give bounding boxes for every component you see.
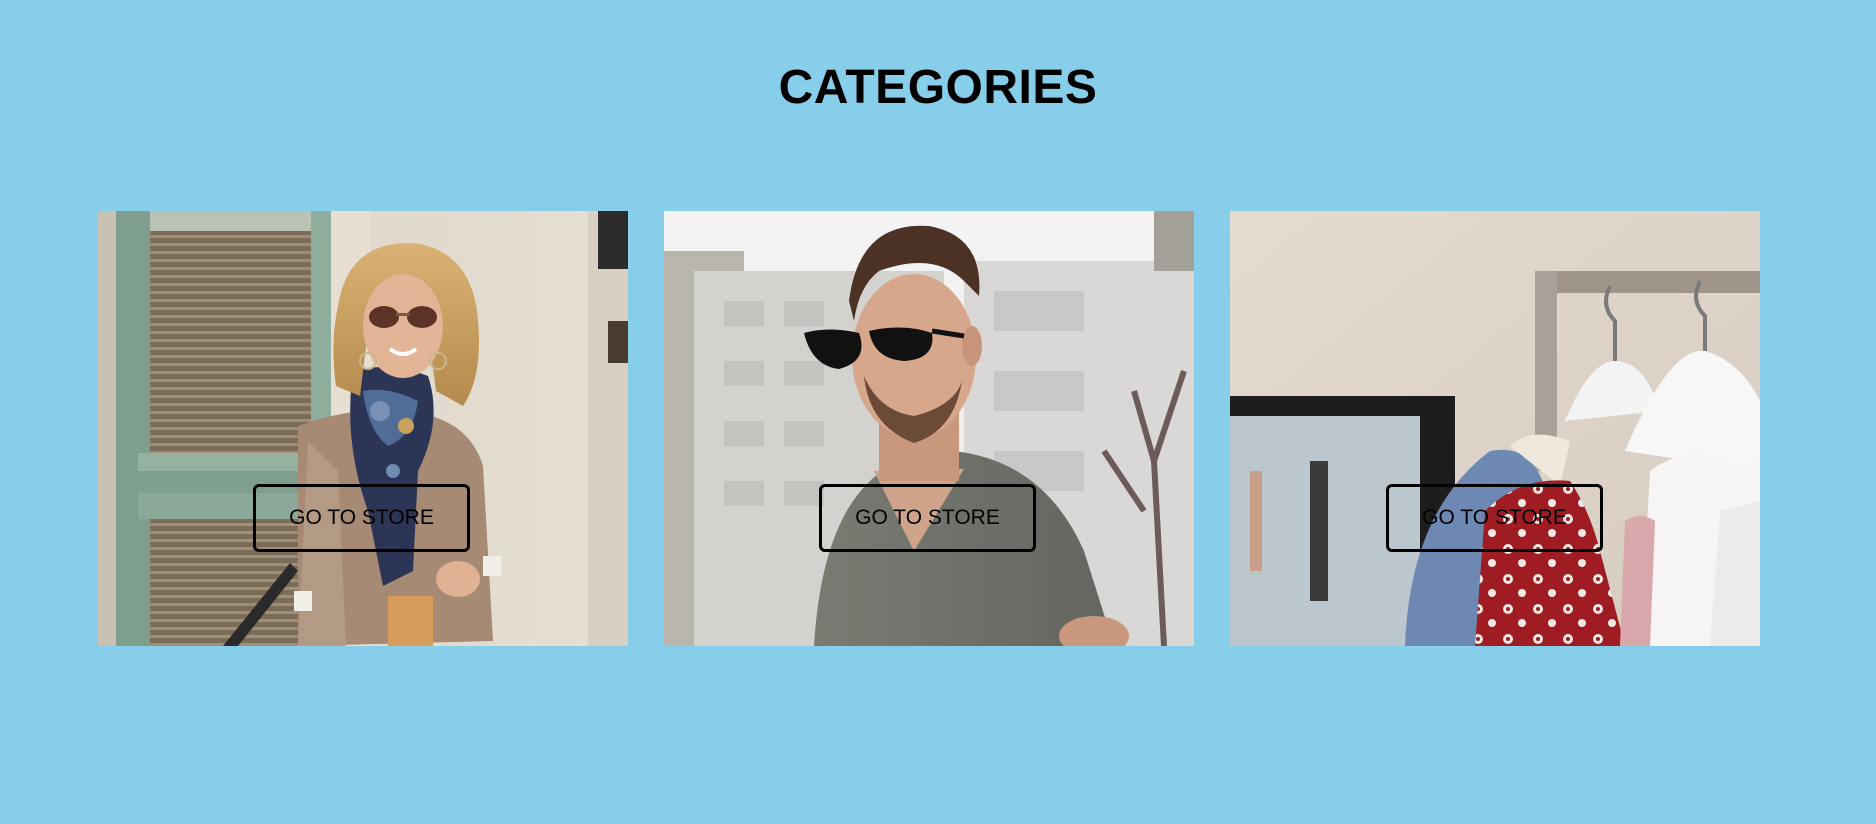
category-card-women[interactable]: GO TO STORE [98, 211, 628, 646]
man-in-sunglasses-photo [664, 211, 1194, 646]
go-to-store-button[interactable]: GO TO STORE [819, 484, 1036, 552]
category-card-store[interactable]: GO TO STORE [1230, 211, 1760, 646]
clothing-rack-photo [1230, 211, 1760, 646]
woman-in-sunglasses-and-scarf-photo [98, 211, 628, 646]
go-to-store-button[interactable]: GO TO STORE [1386, 484, 1603, 552]
category-grid: GO TO STORE GO TO STORE GO TO STORE [98, 211, 1760, 646]
category-card-men[interactable]: GO TO STORE [664, 211, 1194, 646]
page-title: CATEGORIES [778, 61, 1098, 114]
go-to-store-button[interactable]: GO TO STORE [253, 484, 470, 552]
